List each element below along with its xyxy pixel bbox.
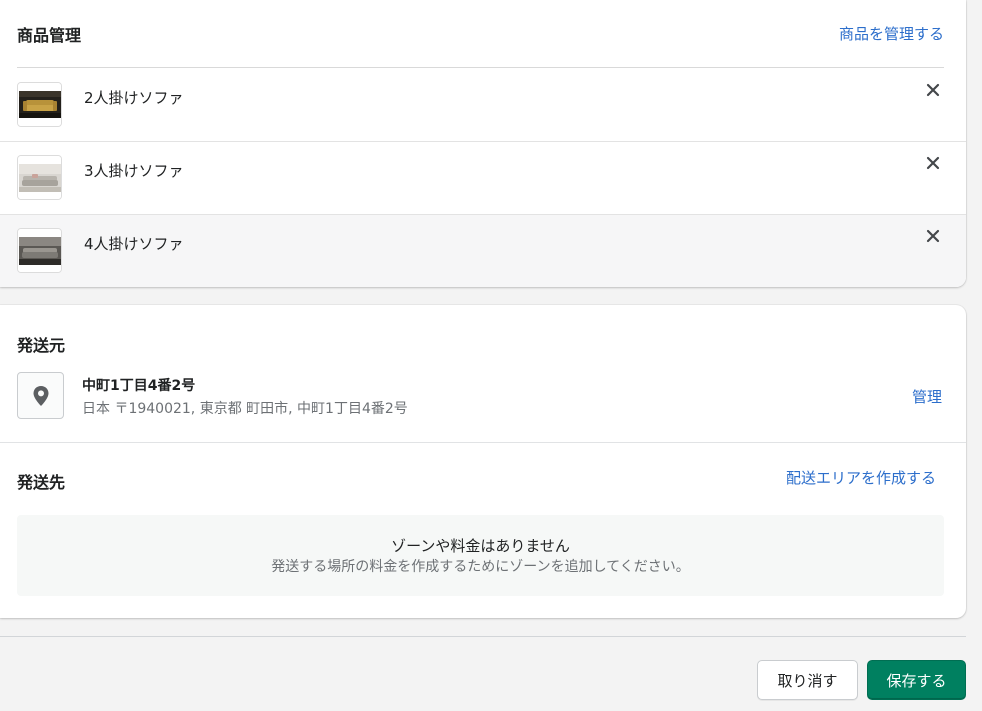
shipping-card: 発送元 中町1丁目4番2号 日本 〒1940021, 東京都 町田市, 中町1丁… <box>0 305 966 618</box>
empty-state-title: ゾーンや料金はありません <box>391 537 570 555</box>
remove-product-button[interactable] <box>922 225 944 247</box>
location-address: 日本 〒1940021, 東京都 町田市, 中町1丁目4番2号 <box>82 401 408 417</box>
manage-location-link[interactable]: 管理 <box>912 386 942 407</box>
products-header: 商品管理 商品を管理する <box>17 0 944 68</box>
product-row: 3人掛けソファ <box>0 142 966 215</box>
close-icon <box>926 229 940 243</box>
footer-divider <box>0 636 966 637</box>
location-icon-box <box>17 372 64 419</box>
products-card: 商品管理 商品を管理する 2人掛けソファ 3人掛けソファ 4人掛けソファ <box>0 0 966 287</box>
product-thumbnail <box>17 82 62 127</box>
products-section-title: 商品管理 <box>17 25 82 45</box>
product-row: 4人掛けソファ <box>0 215 966 287</box>
product-thumbnail <box>17 155 62 200</box>
product-row: 2人掛けソファ <box>0 69 966 142</box>
product-thumbnail <box>17 228 62 273</box>
empty-zones-state: ゾーンや料金はありません 発送する場所の料金を作成するためにゾーンを追加してくだ… <box>17 515 944 596</box>
close-icon <box>926 83 940 97</box>
manage-products-link[interactable]: 商品を管理する <box>839 23 944 44</box>
destination-section-title: 発送先 <box>17 473 66 492</box>
section-divider <box>0 442 966 443</box>
product-name: 3人掛けソファ <box>84 162 184 180</box>
product-name: 2人掛けソファ <box>84 89 184 107</box>
origin-section-title: 発送元 <box>17 336 66 355</box>
empty-state-subtitle: 発送する場所の料金を作成するためにゾーンを追加してください。 <box>271 559 690 575</box>
product-name: 4人掛けソファ <box>84 235 184 253</box>
cancel-button[interactable]: 取り消す <box>757 660 858 700</box>
remove-product-button[interactable] <box>922 79 944 101</box>
close-icon <box>926 156 940 170</box>
location-pin-icon <box>33 385 48 406</box>
location-name: 中町1丁目4番2号 <box>82 378 196 394</box>
remove-product-button[interactable] <box>922 152 944 174</box>
create-shipping-zone-link[interactable]: 配送エリアを作成する <box>786 467 936 488</box>
save-button[interactable]: 保存する <box>867 660 966 700</box>
